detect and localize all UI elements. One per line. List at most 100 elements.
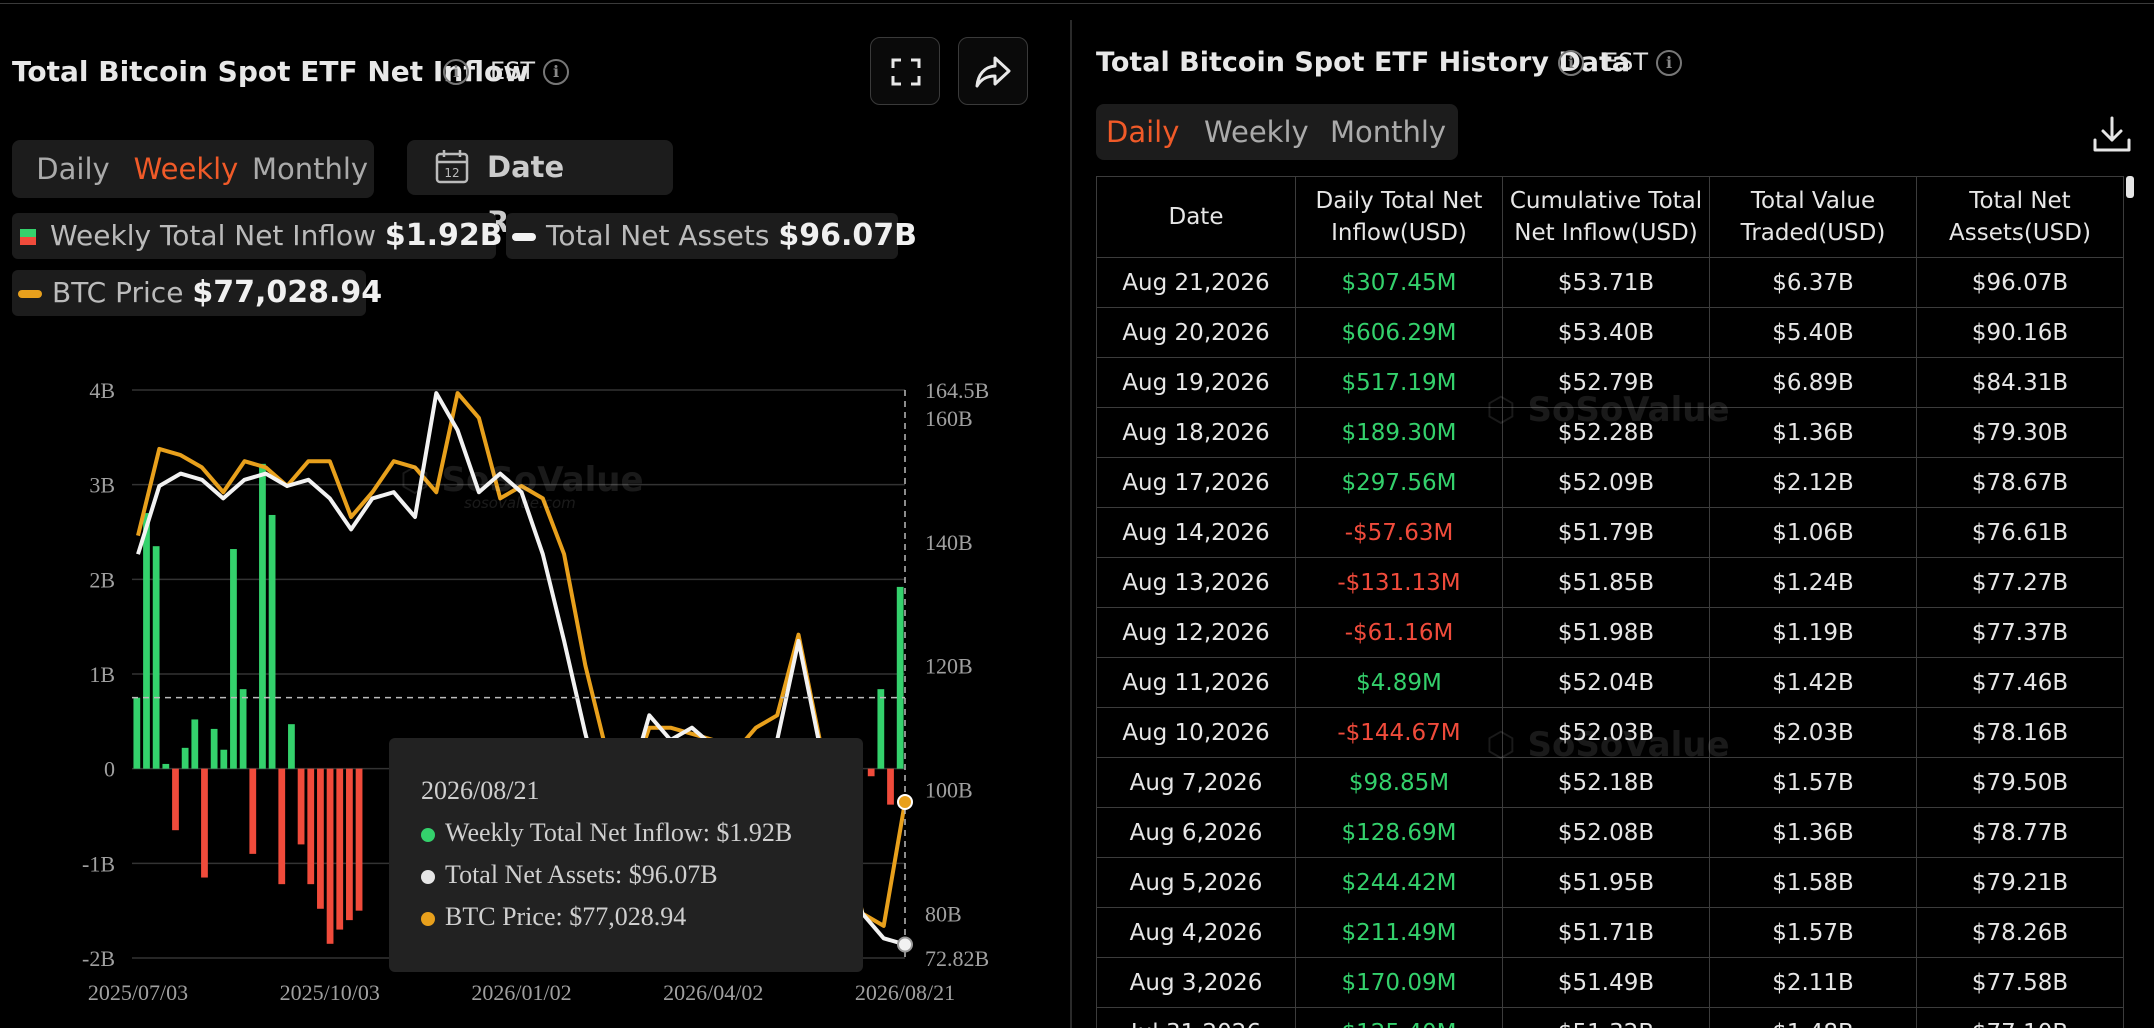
cell-date: Aug 14,2026 xyxy=(1096,507,1296,558)
y-left-tick-label: 3B xyxy=(89,473,115,498)
panel-divider xyxy=(1070,20,1072,1028)
y-right-tick-label: 120B xyxy=(925,654,973,679)
legend-chip-assets[interactable]: Total Net Assets $96.07B xyxy=(506,213,917,259)
history-tab-daily[interactable]: Daily xyxy=(1106,104,1179,160)
price-hover-marker xyxy=(897,793,913,810)
legend-chip-price[interactable]: BTC Price $77,028.94 xyxy=(12,270,382,316)
cell-cumulative-inflow: $51.32B xyxy=(1502,1007,1710,1028)
table-row[interactable]: Aug 14,2026 -$57.63M $51.79B $1.06B $76.61B xyxy=(1096,507,2124,558)
table-row[interactable]: Aug 17,2026 $297.56M $52.09B $2.12B $78.67B xyxy=(1096,457,2124,508)
table-watermark-2: ⬡ SoSoValue xyxy=(1486,725,1730,765)
cell-cumulative-inflow: $51.49B xyxy=(1502,957,1710,1008)
assets-legend-value: $96.07B xyxy=(778,218,918,253)
inflow-bar xyxy=(278,768,286,885)
inflow-bar xyxy=(896,586,904,769)
header-net-assets[interactable]: Total Net Assets(USD) xyxy=(1916,176,2124,258)
inflow-dot-icon xyxy=(421,828,435,843)
history-info-icon[interactable]: i xyxy=(1558,50,1584,76)
y-right-tick-label: 140B xyxy=(925,530,973,555)
y-right-tick-label: 80B xyxy=(925,902,962,927)
tooltip-price: BTC Price: $77,028.94 xyxy=(421,902,686,932)
cell-value-traded: $6.37B xyxy=(1709,257,1917,308)
table-scrollbar-thumb[interactable] xyxy=(2126,176,2134,198)
share-button[interactable] xyxy=(958,37,1028,105)
cell-net-assets: $90.16B xyxy=(1916,307,2124,358)
tooltip-inflow: Weekly Total Net Inflow: $1.92B xyxy=(421,818,792,848)
inflow-bar xyxy=(288,724,295,769)
cell-net-assets: $79.30B xyxy=(1916,407,2124,458)
inflow-bar xyxy=(268,514,276,769)
cell-cumulative-inflow: $52.09B xyxy=(1502,457,1710,508)
inflow-bar xyxy=(336,768,344,930)
history-title: Total Bitcoin Spot ETF History Data xyxy=(1096,47,1631,78)
inflow-bar xyxy=(201,768,208,878)
cell-net-assets: $77.46B xyxy=(1916,657,2124,708)
cell-net-assets: $77.58B xyxy=(1916,957,2124,1008)
cell-net-assets: $77.27B xyxy=(1916,557,2124,608)
header-date[interactable]: Date xyxy=(1096,176,1296,258)
cell-daily-inflow: -$57.63M xyxy=(1295,507,1503,558)
cell-value-traded: $1.42B xyxy=(1709,657,1917,708)
table-row[interactable]: Aug 3,2026 $170.09M $51.49B $2.11B $77.58B xyxy=(1096,957,2124,1008)
cell-date: Aug 17,2026 xyxy=(1096,457,1296,508)
cell-date: Aug 4,2026 xyxy=(1096,907,1296,958)
legend-chip-inflow[interactable]: Weekly Total Net Inflow $1.92B xyxy=(12,213,503,259)
table-row[interactable]: Aug 11,2026 $4.89M $52.04B $1.42B $77.46B xyxy=(1096,657,2124,708)
cell-value-traded: $1.57B xyxy=(1709,907,1917,958)
cell-net-assets: $77.10B xyxy=(1916,1007,2124,1028)
cell-value-traded: $1.58B xyxy=(1709,857,1917,908)
table-row[interactable]: Aug 6,2026 $128.69M $52.08B $1.36B $78.77B xyxy=(1096,807,2124,858)
cell-net-assets: $79.21B xyxy=(1916,857,2124,908)
calendar-icon: 12 xyxy=(435,150,469,184)
timezone-label: EST xyxy=(490,57,536,85)
table-row[interactable]: Aug 12,2026 -$61.16M $51.98B $1.19B $77.37B xyxy=(1096,607,2124,658)
inflow-bar xyxy=(249,768,257,854)
header-value-traded[interactable]: Total Value Traded(USD) xyxy=(1709,176,1917,258)
history-tab-monthly[interactable]: Monthly xyxy=(1326,104,1450,160)
history-timezone-info-icon[interactable]: i xyxy=(1656,50,1682,76)
table-row[interactable]: Jul 31,2026$125.40M$51.32B$1.48B$77.10B xyxy=(1096,1007,2124,1028)
inflow-bar xyxy=(297,768,305,845)
price-swatch-icon xyxy=(18,290,42,298)
table-row[interactable]: Aug 5,2026 $244.42M $51.95B $1.58B $79.21B xyxy=(1096,857,2124,908)
inflow-bar xyxy=(133,697,141,769)
date-range-button[interactable]: 12 Date Range xyxy=(407,140,673,239)
download-icon[interactable] xyxy=(2090,112,2134,156)
tab-weekly[interactable]: Weekly xyxy=(126,140,246,198)
cell-date: Aug 19,2026 xyxy=(1096,357,1296,408)
cell-cumulative-inflow: $51.85B xyxy=(1502,557,1710,608)
info-icon[interactable]: i xyxy=(443,59,469,85)
cell-daily-inflow: -$144.67M xyxy=(1295,707,1503,758)
inflow-bar xyxy=(239,689,247,769)
tab-daily[interactable]: Daily xyxy=(22,140,124,198)
table-row[interactable]: Aug 13,2026 -$131.13M $51.85B $1.24B $77.27B xyxy=(1096,557,2124,608)
x-tick-label: 2026/04/02 xyxy=(663,980,763,1005)
inflow-bar xyxy=(259,463,266,769)
tab-monthly[interactable]: Monthly xyxy=(248,140,372,198)
inflow-bar xyxy=(220,749,228,769)
inflow-bar xyxy=(867,768,875,777)
cell-cumulative-inflow: $52.04B xyxy=(1502,657,1710,708)
y-left-tick-label: 1B xyxy=(89,662,115,687)
table-row[interactable]: Aug 4,2026 $211.49M $51.71B $1.57B $78.26B xyxy=(1096,907,2124,958)
chart-tooltip: 2026/08/21 Weekly Total Net Inflow: $1.9… xyxy=(389,738,863,972)
header-daily-inflow[interactable]: Daily Total Net Inflow(USD) xyxy=(1295,176,1503,258)
history-table: Date Daily Total Net Inflow(USD) Cumulat… xyxy=(1096,176,2124,1028)
cell-daily-inflow: $606.29M xyxy=(1295,307,1503,358)
timezone-info-icon[interactable]: i xyxy=(543,59,569,85)
inflow-bar xyxy=(181,747,189,769)
cell-value-traded: $1.48B xyxy=(1709,1007,1917,1028)
history-tab-weekly[interactable]: Weekly xyxy=(1204,104,1309,160)
fullscreen-button[interactable] xyxy=(870,37,940,105)
cell-daily-inflow: $307.45M xyxy=(1295,257,1503,308)
tooltip-assets: Total Net Assets: $96.07B xyxy=(421,860,718,890)
table-row[interactable]: Aug 21,2026 $307.45M $53.71B $6.37B $96.07B xyxy=(1096,257,2124,308)
table-row[interactable]: Aug 7,2026 $98.85M $52.18B $1.57B $79.50B xyxy=(1096,757,2124,808)
cell-daily-inflow: $98.85M xyxy=(1295,757,1503,808)
header-cumulative-inflow[interactable]: Cumulative Total Net Inflow(USD) xyxy=(1502,176,1710,258)
x-tick-label: 2026/08/21 xyxy=(855,980,955,1005)
cell-cumulative-inflow: $51.98B xyxy=(1502,607,1710,658)
cell-value-traded: $1.36B xyxy=(1709,807,1917,858)
history-table-container[interactable]: Date Daily Total Net Inflow(USD) Cumulat… xyxy=(1096,176,2126,1028)
table-row[interactable]: Aug 20,2026 $606.29M $53.40B $5.40B $90.16B xyxy=(1096,307,2124,358)
